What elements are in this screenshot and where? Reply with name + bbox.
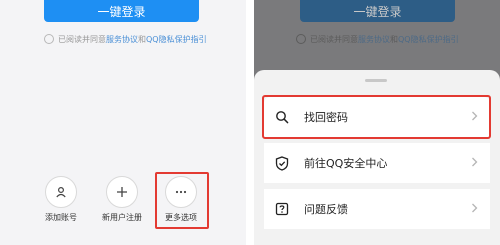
more-options-screen: 一键登录 已阅读并同意 服务协议 和 QQ隐私保护指引 找回密码 前往QQ安全中… xyxy=(254,0,500,245)
dimmed-privacy-guide-link: QQ隐私保护指引 xyxy=(398,34,459,44)
plus-icon xyxy=(106,176,138,208)
agreement-row: 已阅读并同意 服务协议 和 QQ隐私保护指引 xyxy=(44,31,239,47)
dimmed-agreement-prefix: 已阅读并同意 xyxy=(310,34,358,44)
person-icon xyxy=(45,176,77,208)
dimmed-service-agreement-link: 服务协议 xyxy=(358,34,390,44)
agreement-prefix: 已阅读并同意 xyxy=(58,34,106,44)
security-center-label: 前往QQ安全中心 xyxy=(304,157,388,170)
agreement-radio[interactable] xyxy=(44,34,54,44)
feedback-label: 问题反馈 xyxy=(304,203,348,216)
privacy-guide-link[interactable]: QQ隐私保护指引 xyxy=(146,34,207,45)
add-account-label: 添加账号 xyxy=(45,213,77,222)
more-options-highlight xyxy=(155,172,209,229)
register-label: 新用户注册 xyxy=(102,213,142,222)
security-center-item[interactable]: 前往QQ安全中心 xyxy=(264,143,490,183)
login-screen: 一键登录 已阅读并同意 服务协议 和 QQ隐私保护指引 添加账号 新用户注册 更… xyxy=(0,0,246,245)
dimmed-agreement-row: 已阅读并同意 服务协议 和 QQ隐私保护指引 xyxy=(296,31,496,47)
dimmed-login-button: 一键登录 xyxy=(300,0,455,22)
sheet-handle[interactable] xyxy=(365,79,387,82)
chevron-right-icon xyxy=(471,202,478,216)
shield-check-icon xyxy=(274,155,290,171)
add-account-button[interactable]: 添加账号 xyxy=(37,176,85,223)
dimmed-agreement-radio xyxy=(296,34,306,44)
feedback-item[interactable]: 问题反馈 xyxy=(264,189,490,229)
service-agreement-link[interactable]: 服务协议 xyxy=(106,34,138,45)
question-icon xyxy=(274,201,290,217)
dimmed-agreement-and: 和 xyxy=(390,34,398,44)
chevron-right-icon xyxy=(471,156,478,170)
register-button[interactable]: 新用户注册 xyxy=(98,176,146,223)
one-click-login-button[interactable]: 一键登录 xyxy=(44,0,199,22)
agreement-and: 和 xyxy=(138,34,146,44)
find-password-highlight xyxy=(262,95,491,139)
bottom-sheet: 找回密码 前往QQ安全中心 问题反馈 xyxy=(254,70,500,245)
